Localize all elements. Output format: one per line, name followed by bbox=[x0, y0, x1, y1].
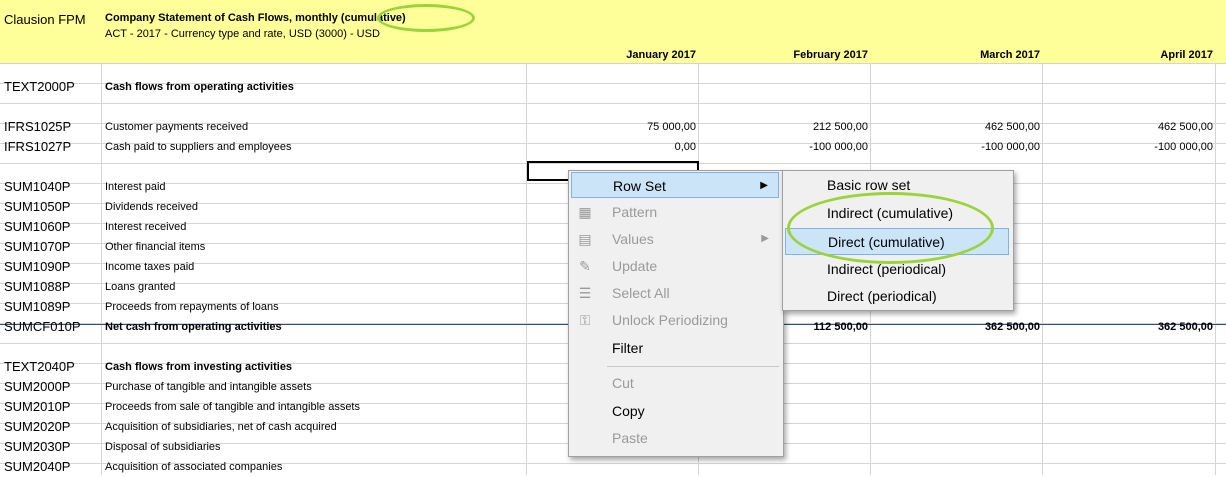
report-header: Clausion FPM Company Statement of Cash F… bbox=[0, 0, 1226, 63]
menu-item-select-all[interactable]: ☰ Select All bbox=[571, 280, 779, 306]
column-header-apr[interactable]: April 2017 bbox=[1044, 49, 1213, 61]
menu-item-label: Filter bbox=[612, 340, 644, 356]
menu-item-row-set[interactable]: Row Set ▶ bbox=[571, 172, 779, 198]
menu-item-label: Row Set bbox=[613, 178, 666, 194]
column-header-jan[interactable]: January 2017 bbox=[528, 49, 696, 61]
value-cell[interactable]: 462 500,00 bbox=[872, 117, 1040, 137]
menu-item-label: Select All bbox=[612, 285, 670, 301]
value-cell[interactable]: 462 500,00 bbox=[1044, 117, 1213, 137]
row-label: Loans granted bbox=[105, 281, 176, 293]
value-cell[interactable]: 362 500,00 bbox=[1044, 317, 1213, 337]
value-cell[interactable]: 0,00 bbox=[528, 137, 696, 157]
row-code: SUMCF010P bbox=[4, 319, 81, 334]
value-cell[interactable]: 212 500,00 bbox=[700, 117, 868, 137]
row-code: SUM1089P bbox=[4, 299, 71, 314]
value-cell[interactable]: -100 000,00 bbox=[1044, 137, 1213, 157]
menu-item-label: Unlock Periodizing bbox=[612, 312, 728, 328]
value-cell[interactable]: 362 500,00 bbox=[872, 317, 1040, 337]
menu-item-paste[interactable]: Paste bbox=[571, 425, 779, 451]
row-set-submenu: Basic row set Indirect (cumulative) Direct… bbox=[782, 170, 1014, 311]
row-label: Acquisition of subsidiaries, net of cash… bbox=[105, 421, 337, 433]
menu-item-label: Cut bbox=[612, 375, 634, 391]
menu-item-values[interactable]: ▤ Values ▶ bbox=[571, 226, 779, 252]
row-label: Cash flows from investing activities bbox=[105, 361, 293, 373]
lock-icon: ⚿ bbox=[579, 312, 591, 328]
submenu-item-label: Basic row set bbox=[827, 177, 911, 193]
menu-item-label: Pattern bbox=[612, 204, 658, 220]
menu-item-copy[interactable]: Copy bbox=[571, 398, 779, 424]
row-label: Acquisition of associated companies bbox=[105, 461, 283, 473]
table-row[interactable]: SUM2040P Acquisition of associated compan… bbox=[0, 457, 1226, 477]
submenu-item-direct-cumulative[interactable]: Direct (cumulative) bbox=[785, 228, 1009, 255]
app-name: Clausion FPM bbox=[4, 12, 86, 27]
row-code: SUM1070P bbox=[4, 239, 71, 254]
value-cell[interactable]: -100 000,00 bbox=[872, 137, 1040, 157]
list-icon: ☰ bbox=[578, 285, 592, 301]
row-code: SUM1040P bbox=[4, 179, 71, 194]
row-label: Other financial items bbox=[105, 241, 206, 253]
submenu-item-label: Direct (periodical) bbox=[827, 288, 937, 304]
row-code: IFRS1027P bbox=[4, 139, 72, 154]
row-code: TEXT2000P bbox=[4, 79, 75, 94]
submenu-item-label: Indirect (periodical) bbox=[827, 261, 947, 277]
row-label: Interest paid bbox=[105, 181, 166, 193]
menu-item-label: Copy bbox=[612, 403, 645, 419]
grid-icon: ▦ bbox=[578, 204, 592, 220]
value-cell[interactable]: 75 000,00 bbox=[528, 117, 696, 137]
title-suffix: (cumulative) bbox=[340, 12, 406, 24]
report-title: Company Statement of Cash Flows, monthly… bbox=[105, 12, 406, 24]
submenu-item-basic-row-set[interactable]: Basic row set bbox=[785, 172, 1009, 199]
menu-item-filter[interactable]: Filter bbox=[571, 335, 779, 361]
menu-item-label: Values bbox=[612, 231, 654, 247]
row-label: Purchase of tangible and intangible asse… bbox=[105, 381, 312, 393]
menu-item-label: Paste bbox=[612, 430, 648, 446]
row-label: Income taxes paid bbox=[105, 261, 195, 273]
table-row[interactable]: IFRS1027P Cash paid to suppliers and empl… bbox=[0, 137, 1226, 157]
submenu-item-indirect-periodical[interactable]: Indirect (periodical) bbox=[785, 256, 1009, 283]
row-label: Disposal of subsidiaries bbox=[105, 441, 221, 453]
row-label: Dividends received bbox=[105, 201, 198, 213]
update-icon: ✎ bbox=[579, 258, 591, 274]
row-label: Customer payments received bbox=[105, 121, 249, 133]
row-label: Net cash from operating activities bbox=[105, 321, 282, 333]
menu-item-unlock-periodizing[interactable]: ⚿ Unlock Periodizing bbox=[571, 307, 779, 333]
row-code: SUM2000P bbox=[4, 379, 71, 394]
context-menu: Row Set ▶ ▦ Pattern ▤ Values ▶ ✎ Update ☰ Select A… bbox=[568, 170, 784, 457]
chevron-right-icon: ▶ bbox=[760, 180, 768, 191]
row-label: Cash flows from operating activities bbox=[105, 81, 294, 93]
row-code: SUM2030P bbox=[4, 439, 71, 454]
column-header-mar[interactable]: March 2017 bbox=[872, 49, 1040, 61]
menu-item-update[interactable]: ✎ Update bbox=[571, 253, 779, 279]
row-label: Cash paid to suppliers and employees bbox=[105, 141, 292, 153]
value-cell[interactable]: -100 000,00 bbox=[700, 137, 868, 157]
column-header-feb[interactable]: February 2017 bbox=[700, 49, 868, 61]
menu-item-label: Update bbox=[612, 258, 658, 274]
submenu-item-indirect-cumulative[interactable]: Indirect (cumulative) bbox=[785, 200, 1009, 227]
report-subtitle: ACT - 2017 - Currency type and rate, USD… bbox=[105, 28, 380, 40]
row-label: Proceeds from sale of tangible and intan… bbox=[105, 401, 360, 413]
submenu-item-label: Direct (cumulative) bbox=[828, 234, 945, 250]
row-code: SUM1060P bbox=[4, 219, 71, 234]
values-icon: ▤ bbox=[578, 231, 592, 247]
row-code: SUM1050P bbox=[4, 199, 71, 214]
chevron-right-icon: ▶ bbox=[761, 233, 769, 244]
row-label: Interest received bbox=[105, 221, 187, 233]
row-code: IFRS1025P bbox=[4, 119, 72, 134]
row-code: SUM2040P bbox=[4, 459, 71, 474]
grid-line-horizontal bbox=[0, 63, 1226, 64]
submenu-item-label: Indirect (cumulative) bbox=[827, 205, 954, 221]
table-row[interactable]: TEXT2000P Cash flows from operating activ… bbox=[0, 77, 1226, 97]
row-code: SUM2010P bbox=[4, 399, 71, 414]
table-row[interactable]: IFRS1025P Customer payments received 75 00… bbox=[0, 117, 1226, 137]
row-label: Proceeds from repayments of loans bbox=[105, 301, 279, 313]
menu-item-pattern[interactable]: ▦ Pattern bbox=[571, 199, 779, 225]
row-code: TEXT2040P bbox=[4, 359, 75, 374]
submenu-item-direct-periodical[interactable]: Direct (periodical) bbox=[785, 283, 1009, 310]
grid-line-horizontal bbox=[0, 103, 1226, 104]
row-code: SUM2020P bbox=[4, 419, 71, 434]
menu-separator bbox=[607, 366, 779, 367]
row-code: SUM1090P bbox=[4, 259, 71, 274]
menu-item-cut[interactable]: Cut bbox=[571, 370, 779, 396]
row-code: SUM1088P bbox=[4, 279, 71, 294]
